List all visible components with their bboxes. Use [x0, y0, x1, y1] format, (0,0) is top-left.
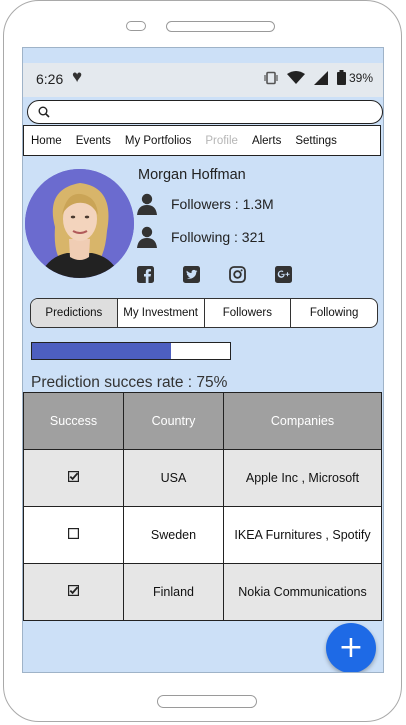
- success-checkbox[interactable]: [68, 471, 80, 485]
- tab-predictions[interactable]: Predictions: [31, 299, 117, 327]
- column-header-success: Success: [23, 392, 124, 450]
- nav-profile[interactable]: Profile: [198, 135, 245, 147]
- add-fab-button[interactable]: +: [326, 623, 376, 672]
- wifi-icon: [286, 70, 305, 84]
- facebook-icon[interactable]: [137, 266, 154, 283]
- battery-icon: [336, 70, 346, 85]
- search-bar[interactable]: [27, 100, 383, 124]
- prediction-progress-bar: [31, 342, 231, 360]
- nav-alerts[interactable]: Alerts: [245, 135, 288, 147]
- followers-count: Followers : 1.3M: [171, 196, 274, 212]
- top-nav: Home Events My Portfolios Profile Alerts…: [23, 125, 381, 156]
- status-icons: 39%: [264, 70, 373, 85]
- column-header-country: Country: [123, 392, 224, 450]
- app-screen: 6:26 ♥ 39% Home Events My Portfolios Pro…: [22, 47, 384, 673]
- tab-following[interactable]: Following: [290, 299, 377, 327]
- profile-tabs: Predictions My Investment Followers Foll…: [30, 298, 378, 328]
- country-cell: USA: [123, 449, 224, 507]
- user-icon: [137, 226, 157, 248]
- nav-settings[interactable]: Settings: [288, 135, 344, 147]
- heart-icon: ♥: [72, 67, 83, 86]
- success-checkbox[interactable]: [68, 528, 80, 542]
- predictions-table: Success Country Companies USA Apple Inc …: [23, 392, 382, 621]
- status-time: 6:26: [36, 71, 64, 87]
- profile-photo: [25, 169, 134, 278]
- companies-cell: IKEA Furnitures , Spotify: [223, 506, 382, 564]
- prediction-success-rate: Prediction succes rate : 75%: [31, 374, 228, 391]
- success-cell: [23, 506, 124, 564]
- following-stat: Following : 321: [137, 226, 265, 248]
- tab-my-investment[interactable]: My Investment: [116, 299, 204, 327]
- camera-dot: [126, 21, 146, 31]
- followers-stat: Followers : 1.3M: [137, 193, 274, 215]
- profile-name: Morgan Hoffman: [138, 167, 246, 183]
- nav-home[interactable]: Home: [24, 135, 69, 147]
- nav-events[interactable]: Events: [69, 135, 118, 147]
- success-cell: [23, 563, 124, 621]
- status-bar: 6:26 ♥ 39%: [23, 63, 383, 97]
- speaker-grille: [166, 21, 275, 32]
- nav-my-portfolios[interactable]: My Portfolios: [118, 135, 198, 147]
- home-button[interactable]: [157, 695, 257, 708]
- companies-cell: Apple Inc , Microsoft: [223, 449, 382, 507]
- instagram-icon[interactable]: [229, 266, 246, 283]
- country-cell: Sweden: [123, 506, 224, 564]
- table-row: Sweden IKEA Furnitures , Spotify: [23, 506, 382, 564]
- search-input[interactable]: [56, 102, 376, 124]
- country-cell: Finland: [123, 563, 224, 621]
- search-icon: [38, 106, 50, 118]
- battery-percent: 39%: [348, 70, 373, 85]
- google-plus-icon[interactable]: [275, 266, 292, 283]
- tab-followers[interactable]: Followers: [203, 299, 291, 327]
- success-checkbox[interactable]: [68, 585, 80, 599]
- avatar: [25, 169, 134, 278]
- user-icon: [137, 193, 157, 215]
- column-header-companies: Companies: [223, 392, 382, 450]
- table-header-row: Success Country Companies: [23, 392, 382, 450]
- table-row: USA Apple Inc , Microsoft: [23, 449, 382, 507]
- progress-fill: [32, 343, 171, 359]
- vibrate-icon: [264, 71, 278, 84]
- signal-icon: [313, 70, 328, 85]
- companies-cell: Nokia Communications: [223, 563, 382, 621]
- twitter-icon[interactable]: [183, 266, 200, 283]
- success-cell: [23, 449, 124, 507]
- following-count: Following : 321: [171, 229, 266, 245]
- table-row: Finland Nokia Communications: [23, 563, 382, 621]
